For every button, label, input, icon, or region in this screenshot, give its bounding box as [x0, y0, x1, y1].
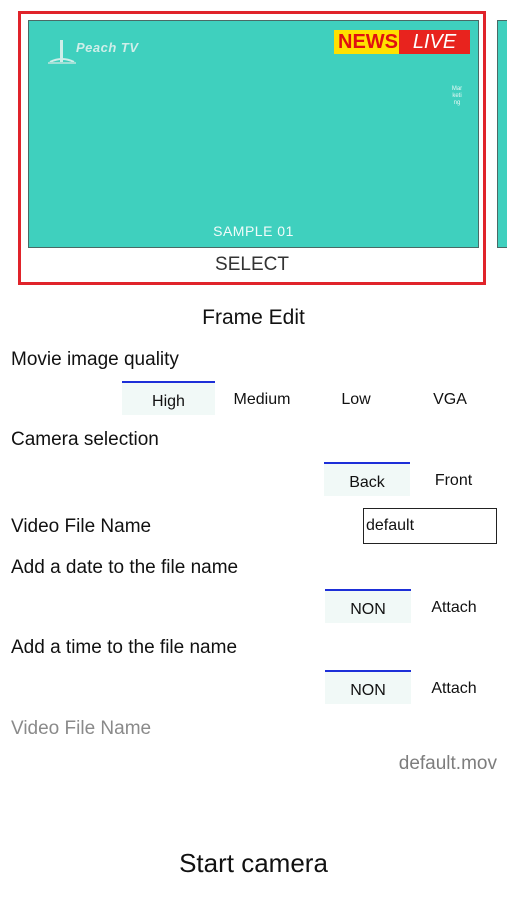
next-frame-preview[interactable] [497, 20, 507, 248]
news-word: NEWS [334, 30, 399, 54]
frame-edit-button[interactable]: Frame Edit [0, 306, 507, 330]
camera-option-back[interactable]: Back [324, 462, 410, 496]
quality-option-vga[interactable]: VGA [403, 381, 497, 415]
quality-option-medium[interactable]: Medium [215, 381, 309, 415]
logo-text: Peach TV [76, 40, 139, 55]
time-option-non[interactable]: NON [325, 670, 411, 704]
time-option-attach[interactable]: Attach [411, 670, 497, 704]
filename-label: Video File Name [11, 516, 152, 537]
result-filename-label: Video File Name [11, 718, 152, 739]
filename-input[interactable] [363, 508, 497, 544]
quality-option-low[interactable]: Low [309, 381, 403, 415]
camera-label: Camera selection [11, 429, 159, 450]
select-button[interactable]: SELECT [21, 254, 483, 276]
date-option-non[interactable]: NON [325, 589, 411, 623]
quality-label: Movie image quality [11, 349, 179, 370]
camera-option-front[interactable]: Front [410, 462, 497, 496]
date-option-label: Add a date to the file name [11, 557, 239, 578]
time-option-label: Add a time to the file name [11, 637, 238, 658]
start-camera-button[interactable]: Start camera [0, 848, 507, 879]
news-live-badge: NEWS LIVE [334, 30, 470, 54]
live-word: LIVE [399, 30, 470, 54]
date-option-attach[interactable]: Attach [411, 589, 497, 623]
sample-label: SAMPLE 01 [213, 223, 294, 239]
vertical-caption: Marketing [451, 86, 463, 106]
quality-option-high[interactable]: High [122, 381, 215, 415]
result-filename-value: default.mov [398, 753, 497, 774]
